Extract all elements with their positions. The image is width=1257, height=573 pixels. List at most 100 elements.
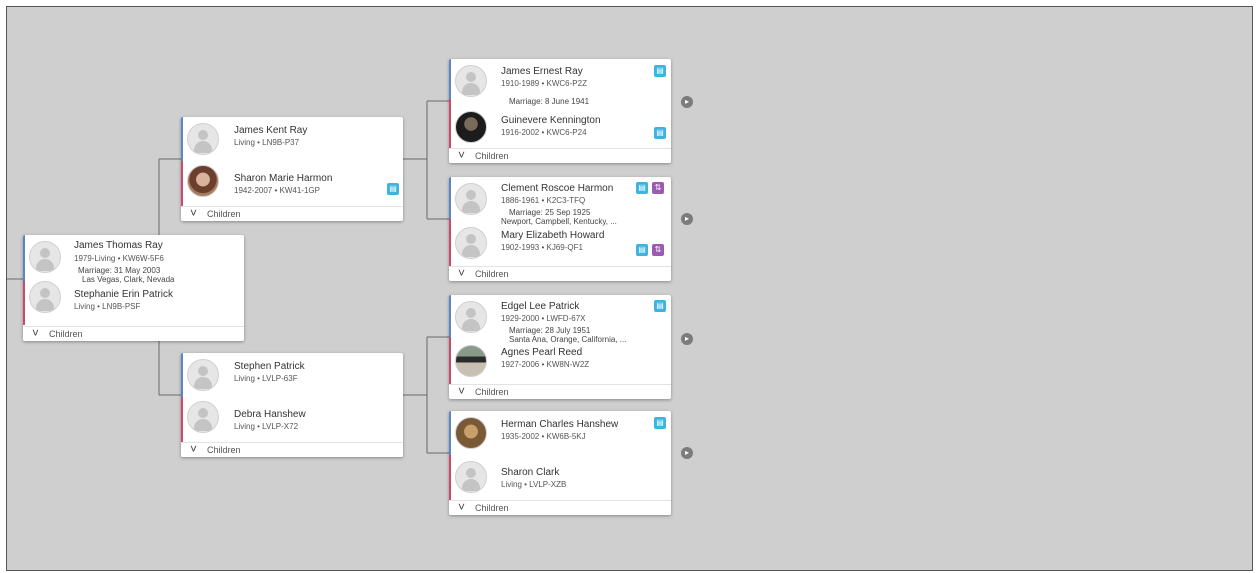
person-name[interactable]: Edgel Lee Patrick [501, 301, 579, 312]
children-label: Children [475, 269, 509, 279]
female-indicator [181, 397, 183, 443]
tree-canvas[interactable]: James Thomas Ray 1979-Living • KW6W-5F6 … [6, 6, 1253, 571]
person-lifespan-id: Living • LVLP-X72 [234, 422, 299, 431]
family-card-mother-parents[interactable]: Stephen Patrick Living • LVLP-63F Debra … [181, 353, 403, 457]
person-name[interactable]: Herman Charles Hanshew [501, 419, 618, 430]
tree-hint-icon[interactable]: ⇅ [652, 182, 664, 194]
person-lifespan-id: 1916-2002 • KWC6-P24 [501, 128, 587, 137]
person-lifespan-id: Living • LN9B-P37 [234, 138, 300, 147]
children-toggle[interactable]: ˅ Children [449, 266, 671, 281]
record-hint-icon[interactable]: ▤ [654, 417, 666, 429]
expand-ancestors-icon[interactable]: ▸ [681, 447, 693, 459]
person-name[interactable]: James Ernest Ray [501, 66, 583, 77]
tree-hint-icon[interactable]: ⇅ [652, 244, 664, 256]
marriage-place: Las Vegas, Clark, Nevada [82, 275, 175, 284]
male-indicator [449, 411, 451, 455]
marriage-place: Santa Ana, Orange, California, ... [509, 335, 627, 344]
record-hint-icon[interactable]: ▤ [654, 65, 666, 77]
person-lifespan-id: 1979-Living • KW6W-5F6 [74, 254, 164, 263]
person-name[interactable]: Sharon Marie Harmon [234, 173, 332, 184]
children-toggle[interactable]: ˅ Children [23, 326, 244, 341]
children-toggle[interactable]: ˅ Children [181, 442, 403, 457]
person-placeholder-icon[interactable] [187, 359, 219, 391]
marriage-date: Marriage: 25 Sep 1925 [509, 208, 591, 217]
person-photo[interactable] [455, 111, 487, 143]
person-photo[interactable] [455, 345, 487, 377]
record-hint-icon[interactable]: ▤ [636, 244, 648, 256]
person-lifespan-id: 1927-2006 • KW8N-W2Z [501, 360, 590, 369]
record-hint-icon[interactable]: ▤ [387, 183, 399, 195]
record-hint-icon[interactable]: ▤ [654, 127, 666, 139]
person-lifespan-id: Living • LVLP-63F [234, 374, 298, 383]
female-indicator [449, 219, 451, 267]
person-placeholder-icon[interactable] [455, 227, 487, 259]
children-toggle[interactable]: ˅ Children [449, 148, 671, 163]
chevron-down-icon: ˅ [458, 500, 466, 514]
expand-ancestors-icon[interactable]: ▸ [681, 96, 693, 108]
person-name[interactable]: James Kent Ray [234, 125, 307, 136]
person-placeholder-icon[interactable] [187, 123, 219, 155]
person-name[interactable]: James Thomas Ray [74, 240, 163, 251]
male-indicator [23, 235, 25, 281]
person-lifespan-id: 1942-2007 • KW41-1GP [234, 186, 320, 195]
person-name[interactable]: Stephen Patrick [234, 361, 305, 372]
children-toggle[interactable]: ˅ Children [181, 206, 403, 221]
person-name[interactable]: Stephanie Erin Patrick [74, 289, 173, 300]
male-indicator [449, 177, 451, 219]
person-placeholder-icon[interactable] [187, 401, 219, 433]
marriage-date: Marriage: 8 June 1941 [509, 97, 590, 106]
female-indicator [23, 281, 25, 325]
person-name[interactable]: Agnes Pearl Reed [501, 347, 582, 358]
person-lifespan-id: 1902-1993 • KJ69-QF1 [501, 243, 583, 252]
family-card-hanshew-clark[interactable]: Herman Charles Hanshew 1935-2002 • KW6B-… [449, 411, 671, 515]
children-label: Children [207, 209, 241, 219]
expand-ancestors-icon[interactable]: ▸ [681, 213, 693, 225]
marriage-date: Marriage: 31 May 2003 [78, 266, 161, 275]
person-lifespan-id: Living • LVLP-XZB [501, 480, 567, 489]
male-indicator [449, 59, 451, 99]
record-hint-icon[interactable]: ▤ [654, 300, 666, 312]
person-name[interactable]: Mary Elizabeth Howard [501, 230, 604, 241]
person-placeholder-icon[interactable] [455, 461, 487, 493]
children-label: Children [49, 329, 83, 339]
person-placeholder-icon[interactable] [455, 183, 487, 215]
female-indicator [449, 99, 451, 149]
person-placeholder-icon[interactable] [29, 241, 61, 273]
person-photo[interactable] [455, 417, 487, 449]
family-card-father-parents[interactable]: James Kent Ray Living • LN9B-P37 Sharon … [181, 117, 403, 221]
chevron-down-icon: ˅ [190, 442, 198, 456]
female-indicator [181, 161, 183, 207]
person-placeholder-icon[interactable] [455, 65, 487, 97]
chevron-down-icon: ˅ [190, 206, 198, 220]
children-label: Children [475, 503, 509, 513]
marriage-place: Newport, Campbell, Kentucky, ... [501, 217, 617, 226]
chevron-down-icon: ˅ [458, 148, 466, 162]
person-placeholder-icon[interactable] [29, 281, 61, 313]
children-toggle[interactable]: ˅ Children [449, 384, 671, 399]
record-hint-icon[interactable]: ▤ [636, 182, 648, 194]
family-card-root[interactable]: James Thomas Ray 1979-Living • KW6W-5F6 … [23, 235, 244, 341]
person-name[interactable]: Guinevere Kennington [501, 115, 601, 126]
person-lifespan-id: 1929-2000 • LWFD-67X [501, 314, 586, 323]
children-toggle[interactable]: ˅ Children [449, 500, 671, 515]
female-indicator [449, 337, 451, 385]
chevron-down-icon: ˅ [458, 266, 466, 280]
person-lifespan-id: 1886-1961 • K2C3-TFQ [501, 196, 586, 205]
family-card-ray-kennington[interactable]: James Ernest Ray 1910-1989 • KWC6-P2Z ▤ … [449, 59, 671, 163]
male-indicator [181, 117, 183, 161]
children-label: Children [475, 151, 509, 161]
person-name[interactable]: Debra Hanshew [234, 409, 306, 420]
person-lifespan-id: 1910-1989 • KWC6-P2Z [501, 79, 587, 88]
children-label: Children [475, 387, 509, 397]
person-photo[interactable] [187, 165, 219, 197]
person-name[interactable]: Sharon Clark [501, 467, 559, 478]
person-lifespan-id: 1935-2002 • KW6B-5KJ [501, 432, 586, 441]
family-card-patrick-reed[interactable]: Edgel Lee Patrick 1929-2000 • LWFD-67X ▤… [449, 295, 671, 399]
person-name[interactable]: Clement Roscoe Harmon [501, 183, 613, 194]
family-card-harmon-howard[interactable]: Clement Roscoe Harmon 1886-1961 • K2C3-T… [449, 177, 671, 281]
marriage-date: Marriage: 28 July 1951 [509, 326, 591, 335]
person-placeholder-icon[interactable] [455, 301, 487, 333]
expand-ancestors-icon[interactable]: ▸ [681, 333, 693, 345]
male-indicator [449, 295, 451, 337]
female-indicator [449, 455, 451, 501]
